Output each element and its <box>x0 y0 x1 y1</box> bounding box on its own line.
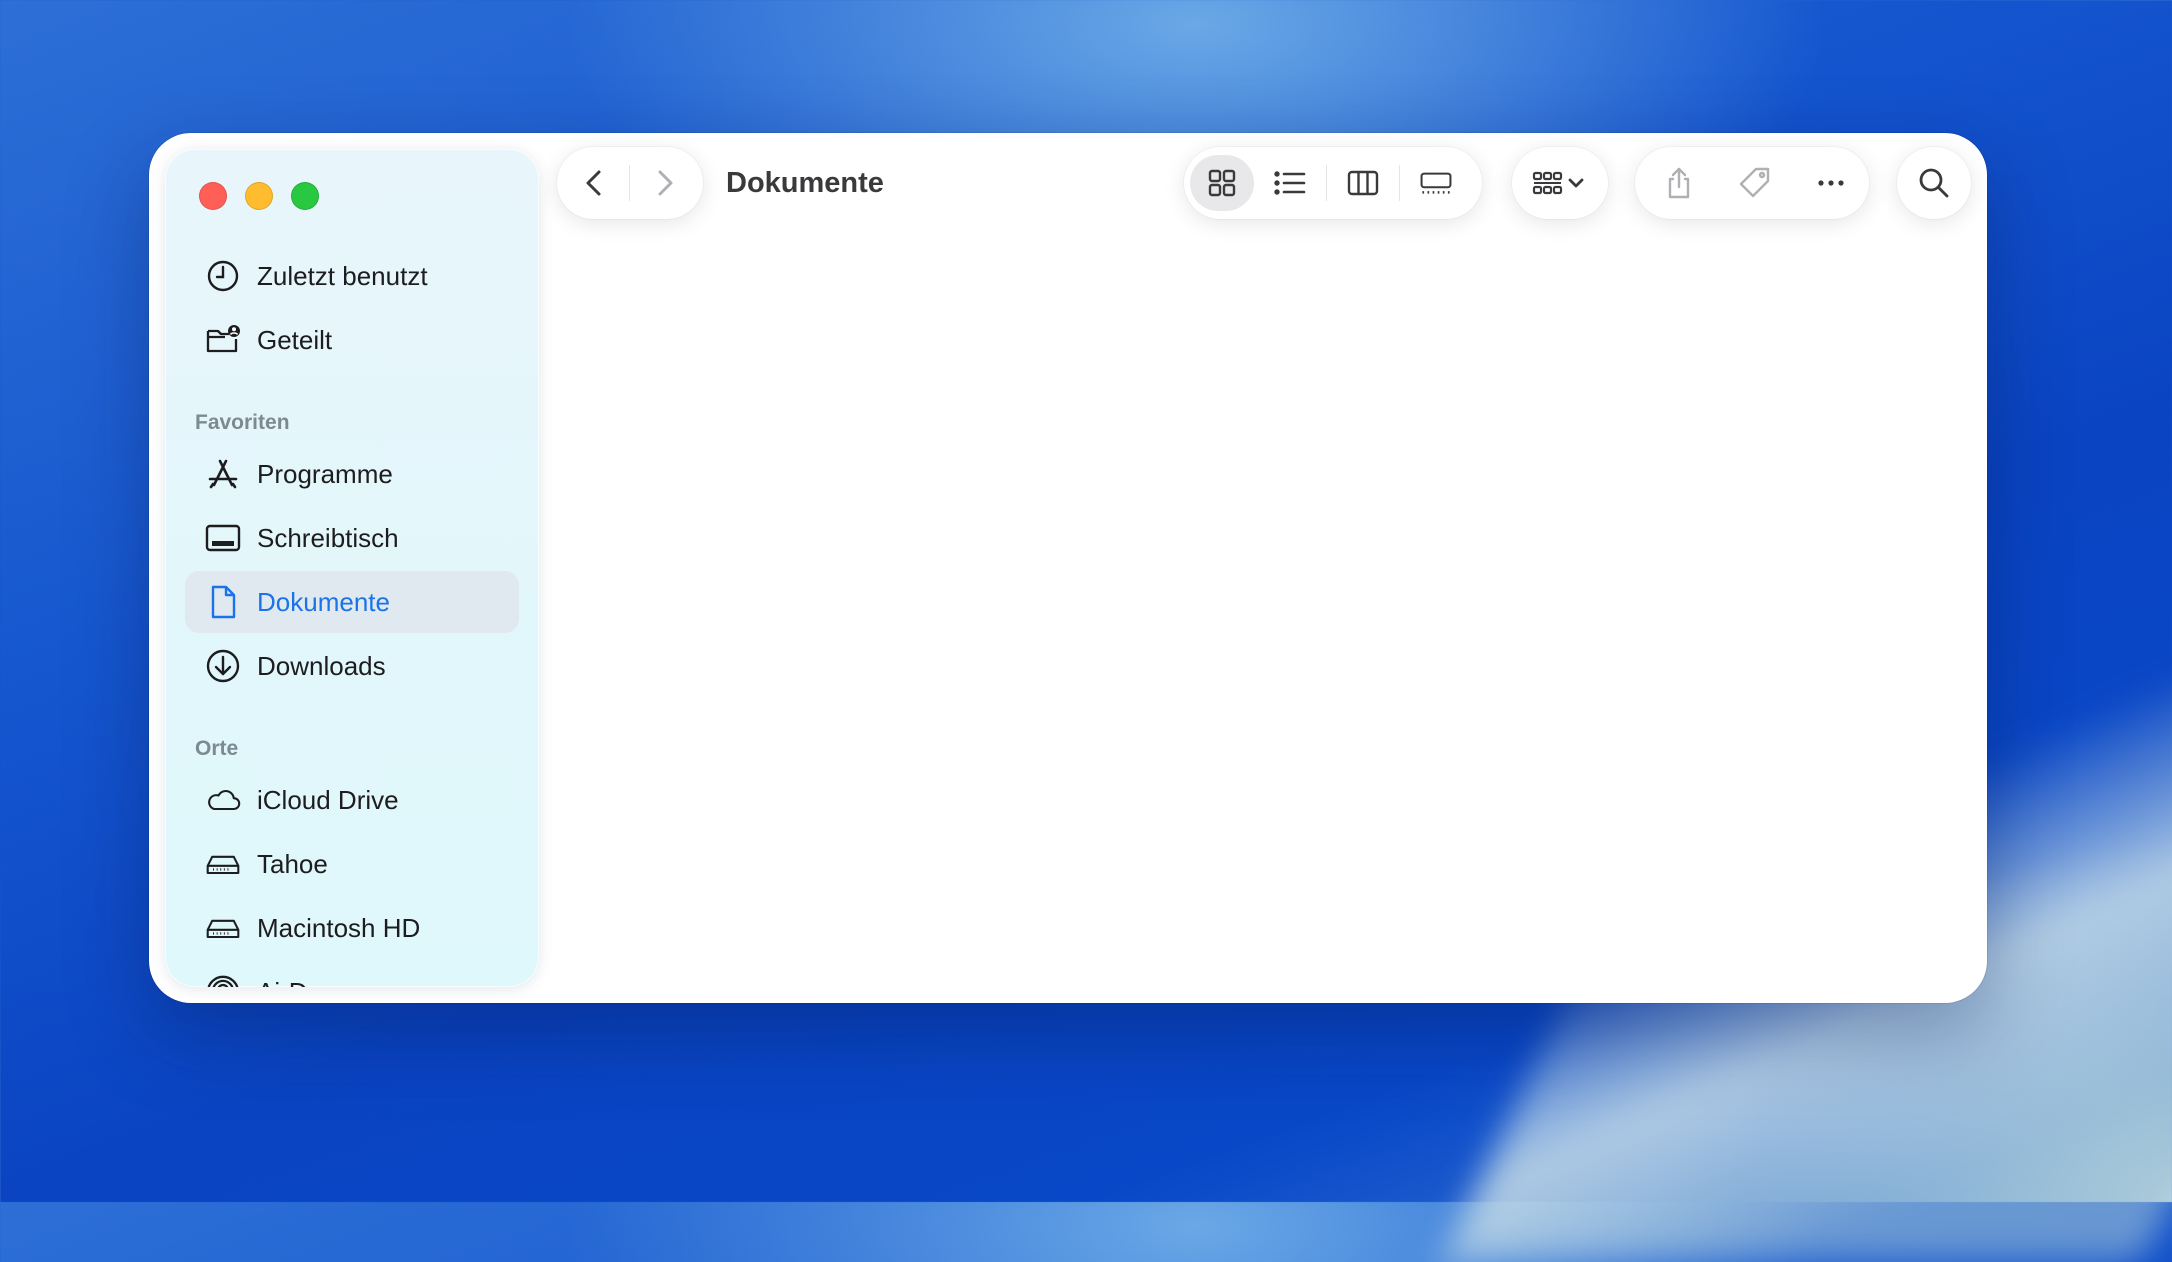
search-icon <box>1919 168 1949 198</box>
tag-button[interactable] <box>1715 155 1795 211</box>
group-icon <box>1532 171 1584 195</box>
sidebar: Zuletzt benutzt Geteilt Favoriten Progra… <box>165 149 539 987</box>
download-icon <box>203 646 243 686</box>
sidebar-item-shared[interactable]: Geteilt <box>185 309 519 371</box>
sidebar-item-label: Schreibtisch <box>257 522 399 553</box>
sidebar-item-tahoe[interactable]: Tahoe <box>185 833 519 895</box>
window-title: Dokumente <box>726 167 884 199</box>
airdrop-icon <box>203 972 243 987</box>
sidebar-item-icloud-drive[interactable]: iCloud Drive <box>185 769 519 831</box>
desktop-icon <box>203 518 243 558</box>
section-header-locations: Orte <box>195 737 239 760</box>
sidebar-item-recents[interactable]: Zuletzt benutzt <box>185 245 519 307</box>
sidebar-item-airdrop[interactable]: AirDrop <box>185 961 519 987</box>
shared-folder-icon <box>203 320 243 360</box>
drive-icon <box>203 908 243 948</box>
minimize-button[interactable] <box>245 182 273 210</box>
sidebar-item-applications[interactable]: Programme <box>185 443 519 505</box>
sidebar-item-label: Dokumente <box>257 586 390 617</box>
back-button[interactable] <box>561 155 629 211</box>
share-button[interactable] <box>1643 155 1715 211</box>
sidebar-item-macintosh-hd[interactable]: Macintosh HD <box>185 897 519 959</box>
finder-window: Zuletzt benutzt Geteilt Favoriten Progra… <box>149 133 1987 1003</box>
tag-icon <box>1739 167 1770 198</box>
sidebar-item-label: iCloud Drive <box>257 784 399 815</box>
sidebar-item-downloads[interactable]: Downloads <box>185 635 519 697</box>
sidebar-item-label: Geteilt <box>257 324 333 355</box>
more-button[interactable] <box>1795 155 1867 211</box>
icon-view-button[interactable] <box>1190 155 1254 211</box>
sidebar-item-label: Zuletzt benutzt <box>257 260 428 291</box>
forward-icon <box>658 170 673 196</box>
search-button[interactable] <box>1897 155 1971 211</box>
share-icon <box>1668 167 1690 199</box>
sidebar-item-label: Programme <box>257 458 393 489</box>
view-mode-control <box>1184 147 1482 219</box>
close-button[interactable] <box>199 182 227 210</box>
file-content-area[interactable] <box>549 233 1987 1003</box>
column-view-button[interactable] <box>1327 155 1399 211</box>
group-button[interactable] <box>1512 155 1608 211</box>
action-controls <box>1635 147 1869 219</box>
list-view-icon <box>1274 171 1306 195</box>
sidebar-item-label: AirDrop <box>257 977 345 988</box>
sidebar-list: Zuletzt benutzt Geteilt Favoriten Progra… <box>165 245 539 987</box>
navigation-controls <box>557 147 703 219</box>
sidebar-item-label: Macintosh HD <box>257 912 421 943</box>
sidebar-item-label: Tahoe <box>257 848 328 879</box>
gallery-view-icon <box>1420 172 1452 194</box>
document-icon <box>203 582 243 622</box>
list-view-button[interactable] <box>1254 155 1326 211</box>
group-menu[interactable] <box>1512 147 1608 219</box>
forward-button[interactable] <box>630 155 698 211</box>
clock-icon <box>203 256 243 296</box>
section-header-favorites: Favoriten <box>195 411 290 434</box>
gallery-view-button[interactable] <box>1400 155 1472 211</box>
back-icon <box>586 170 601 196</box>
more-icon <box>1818 180 1844 186</box>
window-controls <box>199 182 319 210</box>
drive-icon <box>203 844 243 884</box>
applications-icon <box>203 454 243 494</box>
icon-view-icon <box>1208 169 1236 197</box>
cloud-icon <box>203 780 243 820</box>
sidebar-item-label: Downloads <box>257 650 386 681</box>
zoom-button[interactable] <box>291 182 319 210</box>
sidebar-item-desktop[interactable]: Schreibtisch <box>185 507 519 569</box>
sidebar-item-documents[interactable]: Dokumente <box>185 571 519 633</box>
column-view-icon <box>1347 170 1379 196</box>
search-control <box>1897 147 1971 219</box>
